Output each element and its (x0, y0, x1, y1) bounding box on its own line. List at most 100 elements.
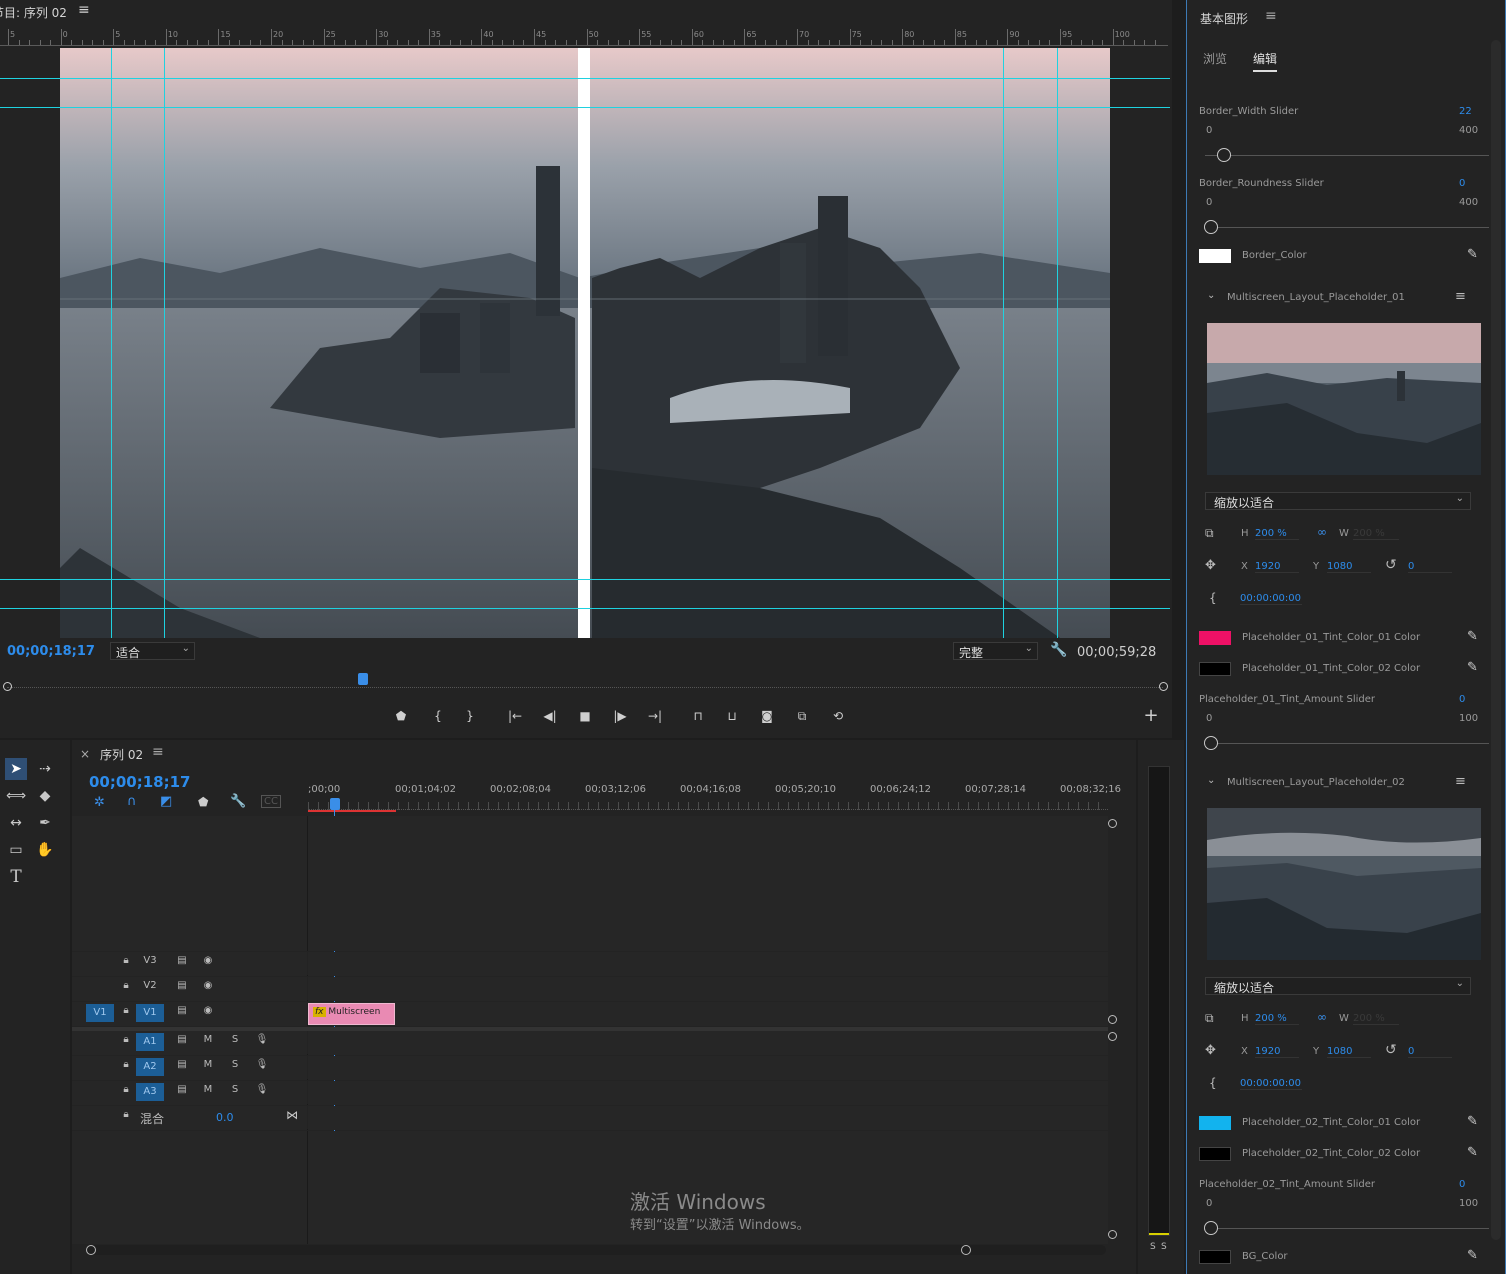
timeline-settings-icon[interactable]: 🔧 (230, 794, 246, 809)
zoom-select[interactable]: 适合 ⌄ (110, 642, 195, 660)
ph1-amount-slider-track[interactable] (1205, 743, 1489, 744)
source-patch-v1[interactable]: V1 (86, 1004, 114, 1022)
eyedropper-icon[interactable]: ✎ (1467, 629, 1478, 644)
ph1-fit-dropdown[interactable]: 缩放以适合 ⌄ (1205, 492, 1471, 510)
timeline-title[interactable]: 序列 02 (100, 746, 143, 763)
eyedropper-icon[interactable]: ✎ (1467, 1145, 1478, 1160)
eg-menu-icon[interactable]: ≡ (1265, 8, 1277, 24)
lock-icon[interactable]: 🔒︎ (116, 1106, 136, 1124)
program-video-frame[interactable] (60, 48, 1110, 638)
border-roundness-value[interactable]: 0 (1459, 178, 1465, 189)
go-to-out-icon[interactable]: →| (645, 706, 665, 726)
ph1-amount-slider-knob[interactable] (1204, 736, 1218, 750)
ph2-x-value[interactable]: 1920 (1255, 1046, 1299, 1058)
microphone-icon[interactable]: 🎙︎ (252, 1056, 272, 1074)
ph2-thumbnail[interactable] (1207, 808, 1481, 960)
ph1-tint1-swatch[interactable] (1199, 631, 1231, 645)
border-roundness-slider-track[interactable] (1205, 227, 1489, 228)
ph2-fit-dropdown[interactable]: 缩放以适合 ⌄ (1205, 977, 1471, 995)
track-label-a3[interactable]: A3 (136, 1083, 164, 1101)
selection-tool-icon[interactable]: ➤ (5, 758, 27, 780)
mix-value[interactable]: 0.0 (216, 1111, 234, 1124)
scrubber-end-knob[interactable] (1159, 682, 1168, 691)
sync-icon[interactable]: ▤ (172, 952, 192, 970)
lock-icon[interactable]: 🔒︎ (116, 977, 136, 995)
microphone-icon[interactable]: 🎙︎ (252, 1031, 272, 1049)
vscroll-bottom-knob[interactable] (1108, 1230, 1117, 1239)
eye-icon[interactable]: ◉ (198, 1002, 218, 1020)
sync-icon[interactable]: ▤ (172, 1081, 192, 1099)
eyedropper-icon[interactable]: ✎ (1467, 660, 1478, 675)
track-lane-v3[interactable] (308, 952, 1108, 976)
lock-icon[interactable]: 🔒︎ (116, 1031, 136, 1049)
ph1-thumbnail[interactable] (1207, 323, 1481, 475)
ph2-amount-slider-track[interactable] (1205, 1228, 1489, 1229)
link-icon[interactable]: ∞ (1317, 1010, 1327, 1024)
nest-icon[interactable]: ✲ (94, 795, 105, 810)
quality-select[interactable]: 完整 ⌄ (953, 642, 1038, 660)
mark-out-icon[interactable]: } (460, 706, 480, 726)
border-roundness-slider-knob[interactable] (1204, 220, 1218, 234)
add-marker-icon[interactable]: ⬟ (198, 795, 208, 809)
vscroll-top-knob[interactable] (1108, 819, 1117, 828)
ph2-y-value[interactable]: 1080 (1327, 1046, 1371, 1058)
timeline-ruler[interactable]: ;00;00 00;01;04;02 00;02;08;04 00;03;12;06 0… (308, 780, 1121, 814)
track-lane-a3[interactable] (308, 1081, 1108, 1105)
razor-tool-icon[interactable]: ◆ (34, 785, 56, 807)
track-label-v3[interactable]: V3 (140, 952, 160, 970)
go-to-in-icon[interactable]: |← (505, 706, 525, 726)
program-menu-icon[interactable]: ≡ (78, 2, 90, 18)
bg-color-swatch[interactable] (1199, 1250, 1231, 1264)
timeline-playhead-head[interactable] (330, 798, 340, 810)
ph2-time-value[interactable]: 00:00:00:00 (1240, 1078, 1302, 1090)
camera-icon[interactable]: ◙ (757, 706, 777, 726)
step-back-icon[interactable]: ◀| (540, 706, 560, 726)
mute-button[interactable]: M (198, 1031, 218, 1049)
captions-icon[interactable]: CC (261, 795, 281, 808)
track-label-a1[interactable]: A1 (136, 1033, 164, 1051)
track-lane-mix[interactable] (308, 1106, 1108, 1130)
vscroll-audio-top-knob[interactable] (1108, 1032, 1117, 1041)
work-area-bar[interactable] (308, 810, 396, 812)
mute-button[interactable]: M (198, 1081, 218, 1099)
comparison-view-icon[interactable]: ⧉ (792, 706, 812, 726)
marker-icon[interactable]: ⬟ (391, 706, 411, 726)
program-scrubber[interactable] (3, 673, 1168, 696)
program-timecode[interactable]: 00;00;18;17 (7, 644, 95, 659)
pen-tool-icon[interactable]: ✒ (34, 812, 56, 834)
lock-icon[interactable]: 🔒︎ (116, 952, 136, 970)
microphone-icon[interactable]: 🎙︎ (252, 1081, 272, 1099)
meter-solo-1[interactable]: S (1150, 1242, 1156, 1252)
rectangle-tool-icon[interactable]: ▭ (5, 839, 27, 861)
ph1-tint2-swatch[interactable] (1199, 662, 1231, 676)
type-tool-icon[interactable]: T (5, 866, 27, 888)
ripple-edit-tool-icon[interactable]: ⟺ (5, 785, 27, 807)
ph1-collapse-icon[interactable]: ⌄ (1207, 290, 1215, 301)
program-tab[interactable]: 节目: 序列 02 ≡ (0, 0, 1172, 26)
ph2-h-value[interactable]: 200 % (1255, 1013, 1299, 1025)
border-color-swatch[interactable] (1199, 249, 1231, 263)
track-label-a2[interactable]: A2 (136, 1058, 164, 1076)
tab-edit[interactable]: 编辑 (1253, 50, 1278, 72)
ph2-amount-slider-knob[interactable] (1204, 1221, 1218, 1235)
track-select-tool-icon[interactable]: ⇢ (34, 758, 56, 780)
ph1-x-value[interactable]: 1920 (1255, 561, 1299, 573)
ph2-rotation-value[interactable]: 0 (1408, 1046, 1452, 1058)
ph2-menu-icon[interactable]: ≡ (1455, 774, 1466, 789)
vscroll-video-end-knob[interactable] (1108, 1015, 1117, 1024)
track-label-v2[interactable]: V2 (140, 977, 160, 995)
clip-multiscreen[interactable]: fx Multiscreen (308, 1003, 395, 1025)
lift-icon[interactable]: ⊓ (688, 706, 708, 726)
ph1-h-value[interactable]: 200 % (1255, 528, 1299, 540)
snap-icon[interactable]: ∩ (127, 794, 137, 809)
step-forward-icon[interactable]: |▶ (610, 706, 630, 726)
ph2-tint1-swatch[interactable] (1199, 1116, 1231, 1130)
track-lane-a2[interactable] (308, 1056, 1108, 1080)
sync-icon[interactable]: ▤ (172, 977, 192, 995)
track-label-v1[interactable]: V1 (136, 1004, 164, 1022)
ph2-amount-value[interactable]: 0 (1459, 1179, 1465, 1190)
ph2-collapse-icon[interactable]: ⌄ (1207, 775, 1215, 786)
link-icon[interactable]: ∞ (1317, 525, 1327, 539)
timeline-close-icon[interactable]: × (80, 747, 90, 761)
loop-icon[interactable]: ⟲ (828, 706, 848, 726)
